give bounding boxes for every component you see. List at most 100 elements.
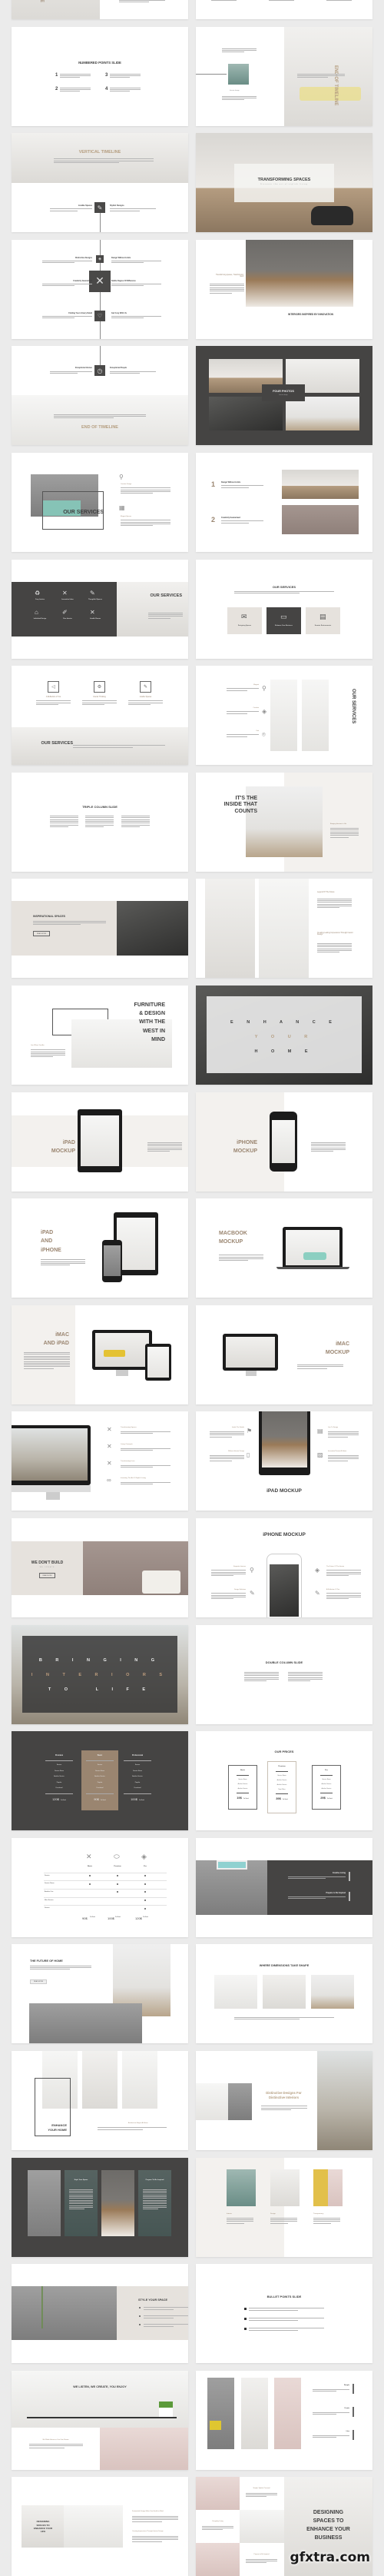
slide-title: BULLET POINTS SLIDE [266, 2295, 302, 2299]
slide-thumbnail[interactable]: OUR PRICES Basic Service Name Another Servi… [196, 1731, 372, 1831]
read-more-button[interactable]: READ MORE [39, 1573, 55, 1578]
slide-thumbnail[interactable]: WE LISTEN, WE CREATE, YOU ENJOY We Whole … [12, 2370, 188, 2470]
slide-thumbnail[interactable]: OUR SERVICES ⚲ Creative Design ▦ Elegant Spa… [12, 453, 188, 552]
slide-thumbnail[interactable]: OUR SERVICES ✉ Designing Spaces ▭ Enhance Yo… [196, 559, 372, 659]
slide-thumbnail[interactable]: INSPIRATIONAL SPACES READ MORE [12, 879, 188, 979]
slide-thumbnail[interactable]: ◁ A Reflection of You ⚙ Interior Thinking ✎ L… [12, 666, 188, 766]
text-line [42, 262, 75, 264]
title-line: MOCKUP [51, 1148, 75, 1154]
slide-thumbnail[interactable]: THE FUTURE OF HOME READ MORE [12, 1944, 188, 2044]
plan-price: 39$ [276, 1797, 281, 1801]
slide-thumbnail[interactable]: iMAC AND iPAD [12, 1305, 188, 1404]
slide-thumbnail[interactable]: Premium Service Service Name Another Servic… [12, 1731, 188, 1831]
slide-thumbnail[interactable]: iPHONE MOCKUP [196, 1092, 372, 1192]
slide-thumbnail[interactable]: VERTICAL TIMELINE ✎ Livable Spaces Stylish … [12, 133, 188, 233]
slide-thumbnail[interactable]: DESIGNING SPACES TO ENHANCE YOUR LIFE Sustai… [12, 2477, 188, 2576]
pricing-card[interactable]: Pro Service Name Another Service Another Se… [312, 1765, 341, 1810]
body-text [246, 2558, 277, 2564]
slide-thumbnail[interactable]: Style Your Space Prepare To Be Inspired [12, 2157, 188, 2257]
slide-thumbnail[interactable]: ◷ Exceptional Homes Exceptional People END … [12, 346, 188, 446]
text-line [110, 208, 156, 210]
text-line [227, 2221, 253, 2222]
slide-thumbnail[interactable]: FOUR PHOTOS Interior design [196, 346, 372, 446]
title-line: iMAC [55, 1331, 69, 1338]
accent-bar [353, 2429, 354, 2440]
service-icon: ✕ [90, 608, 95, 616]
body-text [98, 2126, 167, 2131]
text-line [326, 1594, 361, 1596]
text-line [297, 1366, 343, 1368]
slide-thumbnail[interactable]: 1 Design Without Limits 2 Creativity Guaran… [196, 453, 372, 552]
slide-thumbnail[interactable]: IT'S THE INSIDE THAT COUNTS Bringing Interi… [196, 772, 372, 872]
slide-thumbnail[interactable]: END OF TIMELINE Interior design [196, 26, 372, 126]
slide-thumbnail[interactable] [196, 0, 372, 19]
text-line [227, 688, 259, 690]
text-line [50, 817, 78, 819]
read-more-button[interactable]: READ MORE [30, 1979, 47, 1985]
slide-thumbnail[interactable]: ♻ Cozy Interior ✕ Innovative Ideas ✎ Thoughtf… [12, 559, 188, 659]
slide-thumbnail[interactable]: ✕ Basic ⬭ Premium ◈ Pro Service Service Name Ano… [12, 1837, 188, 1937]
slide-thumbnail[interactable]: HOME [12, 0, 188, 19]
card-icon: ▤ [319, 612, 326, 620]
text-line [110, 372, 140, 374]
body-text [42, 315, 92, 320]
slide-thumbnail[interactable]: iPAD MOCKUP Inside The Details ⚑ Different … [196, 1411, 372, 1511]
service-card[interactable]: ▤ Smarter Environments [306, 607, 340, 634]
text-line [227, 2222, 244, 2224]
slide-thumbnail[interactable]: STYLE YOUR SPACE [12, 2264, 188, 2364]
text-line [210, 1434, 244, 1436]
plan-feature: Functional [96, 1787, 104, 1790]
body-text [246, 2491, 277, 2498]
slide-thumbnail[interactable]: DOUBLE COLUMN SLIDE [196, 1624, 372, 1724]
slide-thumbnail[interactable]: WE DON'T BUILD WE CREATE READ MORE [12, 1518, 188, 1617]
slide-thumbnail[interactable]: iPAD MOCKUP [12, 1092, 188, 1192]
slide-thumbnail[interactable]: Interior Design Transparency [196, 2157, 372, 2257]
slide-thumbnail[interactable]: Creative Living Prepare to Be Inspired [196, 1837, 372, 1937]
section-heading: Creating Impressions Through Interior De… [132, 2531, 164, 2533]
service-card[interactable]: ✉ Designing Spaces [227, 607, 262, 634]
text-line [24, 1366, 70, 1368]
side-text: Transforming spaces, Transforming lives [215, 274, 243, 278]
service-icon: ♻ [35, 589, 41, 597]
body-text [31, 1049, 65, 1059]
text-line [41, 1259, 85, 1261]
text-line [132, 2519, 178, 2521]
timeline-photo [228, 63, 249, 85]
slide-thumbnail[interactable]: WHERE DIMENSIONS TAKE SHAPE [196, 1944, 372, 2044]
vertical-title: HOME [39, 0, 44, 2]
slide-thumbnail[interactable]: Simple Create Live [196, 2370, 372, 2470]
slide-thumbnail[interactable]: TRIPLE COLUMN SLIDE [12, 772, 188, 872]
text-line [148, 616, 183, 617]
slide-thumbnail[interactable]: iPAD AND iPHONE [12, 1198, 188, 1298]
slide-thumbnail[interactable]: FURNITURE & DESIGN WITH THE WEST IN MIND Live… [12, 986, 188, 1085]
slide-thumbnail[interactable]: Distinctive Designs For Distinctive Inter… [196, 2051, 372, 2150]
text-line [121, 521, 170, 523]
slide-thumbnail[interactable]: Transforming spaces, Transforming lives I… [196, 239, 372, 339]
text-line [202, 2525, 233, 2527]
pricing-card[interactable]: Basic Service Name Another Service Another … [228, 1765, 257, 1810]
pricing-card[interactable]: Premium Service Name Another Service Anothe… [267, 1761, 296, 1814]
slide-thumbnail[interactable]: MACBOOK MOCKUP [196, 1198, 372, 1298]
plan-feature: Popular [97, 1781, 103, 1783]
slide-thumbnail[interactable]: Elegant ⚲ Creative ◈ Unit ⌾ OUR SERVICES [196, 666, 372, 766]
slide-thumbnail[interactable]: ENHANCE YOUR HOME Architecture Begins At H… [12, 2051, 188, 2150]
slide-thumbnail[interactable]: iMAC MOCKUP [196, 1305, 372, 1404]
slide-thumbnail[interactable]: BULLET POINTS SLIDE [196, 2264, 372, 2364]
slide-thumbnail[interactable]: iPHONE MOCKUP Exquisite Interiors ⚲ Design … [196, 1518, 372, 1617]
text-line [330, 833, 359, 834]
read-more-button[interactable]: READ MORE [33, 931, 50, 937]
text-line [270, 2222, 288, 2224]
slide-title: WE LISTEN, WE CREATE, YOU ENJOY [73, 2385, 127, 2388]
service-card[interactable]: ▭ Enhance Your Business [266, 607, 301, 634]
slide-title: iPHONE MOCKUP [211, 1138, 257, 1155]
slide-thumbnail[interactable]: E N H A N C E Y O U R H O M E [196, 986, 372, 1085]
plan-price: 90$ [82, 1916, 88, 1920]
slide-thumbnail[interactable]: TRANSFORMING SPACES Discover the art of s… [196, 133, 372, 233]
slide-thumbnail[interactable]: ✕ Transforming Spaces ✕ Living Concepts ✕ Tra… [12, 1411, 188, 1511]
slide-thumbnail[interactable]: B R I N G I N G I N T E R I O R S T O L I … [12, 1624, 188, 1724]
slide-thumbnail[interactable]: ◈ Distinctive Designs Design Without Limit… [12, 239, 188, 339]
service-label: Cozy Interior [35, 598, 45, 600]
slide-thumbnail[interactable]: Legend Of The Future Creating Lasting Imp… [196, 879, 372, 979]
slide-thumbnail[interactable]: NUMBERED POINTS SLIDE 1 2 3 4 [12, 26, 188, 126]
text-line [85, 819, 114, 820]
